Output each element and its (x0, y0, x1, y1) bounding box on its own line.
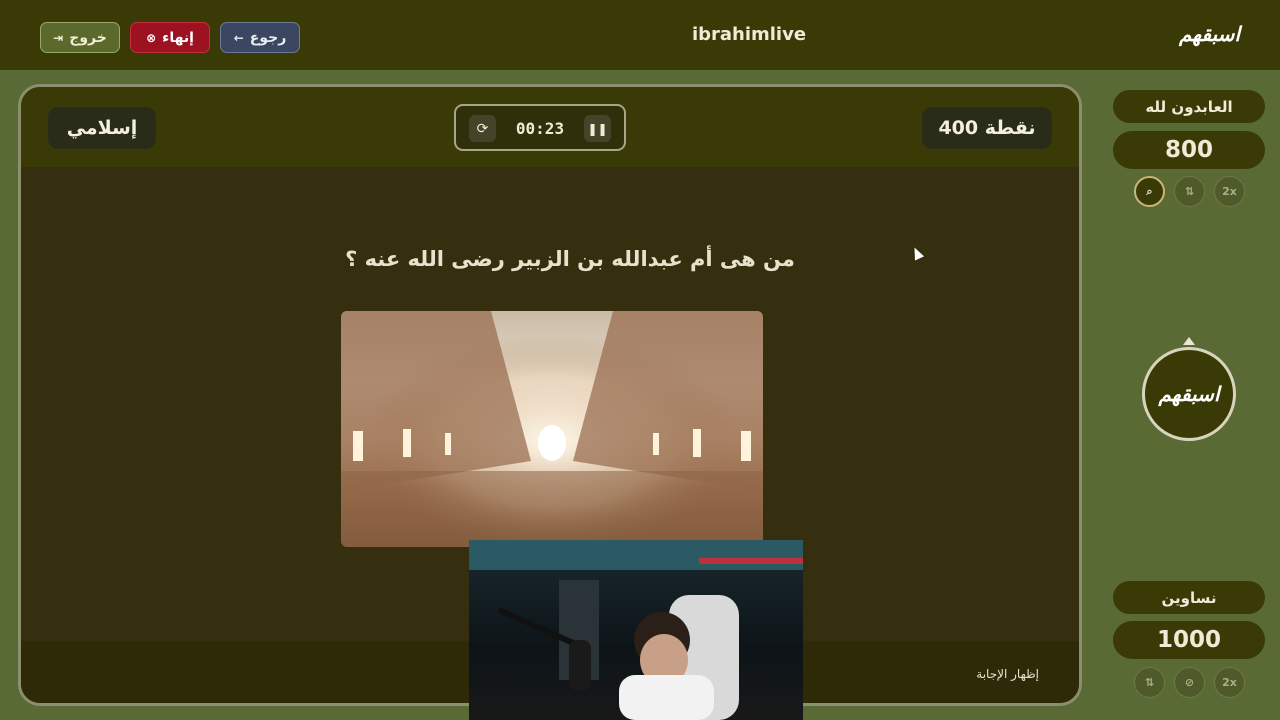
team-1-search-aid[interactable]: ⌕ (1134, 176, 1165, 207)
team-2-score: 1000 (1113, 621, 1265, 659)
turn-indicator: اسبقهم (1142, 347, 1236, 441)
question-text: من هى أم عبدالله بن الزبير رضى الله عنه … (345, 247, 795, 271)
mosque-arches-illustration (341, 311, 763, 547)
block-icon: ⊘ (1184, 676, 1195, 689)
swap-icon: ⇅ (1144, 676, 1155, 689)
team-1-swap-aid[interactable]: ⇅ (1174, 176, 1205, 207)
pause-timer-button[interactable]: ❚❚ (584, 115, 611, 142)
app-logo: اسبقهم (1179, 22, 1240, 46)
streamer-title: ibrahimlive (691, 24, 807, 45)
card-header: إسلامي ⟳ 00:23 ❚❚ 400 نقطة (21, 87, 1079, 167)
search-icon: ⌕ (1146, 184, 1153, 198)
team-2-swap-aid[interactable]: ⇅ (1134, 667, 1165, 698)
team-1-double-aid[interactable]: 2x (1214, 176, 1245, 207)
team-2-block-aid[interactable]: ⊘ (1174, 667, 1205, 698)
show-answer-button[interactable]: إظهار الإجابة (976, 667, 1039, 681)
top-bar: ⇥ خروج ⊗ إنهاء ← رجوع ibrahimlive اسبقهم (0, 0, 1280, 70)
swap-icon: ⇅ (1184, 185, 1195, 198)
points-badge: 400 نقطة (922, 107, 1052, 149)
question-image (341, 311, 763, 547)
double-points-icon: 2x (1222, 676, 1237, 689)
team-2-name: نساوين (1113, 581, 1265, 614)
team-1-name: العابدون لله (1113, 90, 1265, 123)
pause-icon: ❚❚ (587, 121, 608, 136)
team-1-score: 800 (1113, 131, 1265, 169)
timer: ⟳ 00:23 ❚❚ (454, 104, 626, 151)
streamer-webcam-feed (469, 540, 803, 720)
team-2-double-aid[interactable]: 2x (1214, 667, 1245, 698)
double-points-icon: 2x (1222, 185, 1237, 198)
turn-arrow-icon (1183, 337, 1195, 345)
category-badge: إسلامي (48, 107, 156, 149)
webcam-overlay (469, 540, 803, 720)
